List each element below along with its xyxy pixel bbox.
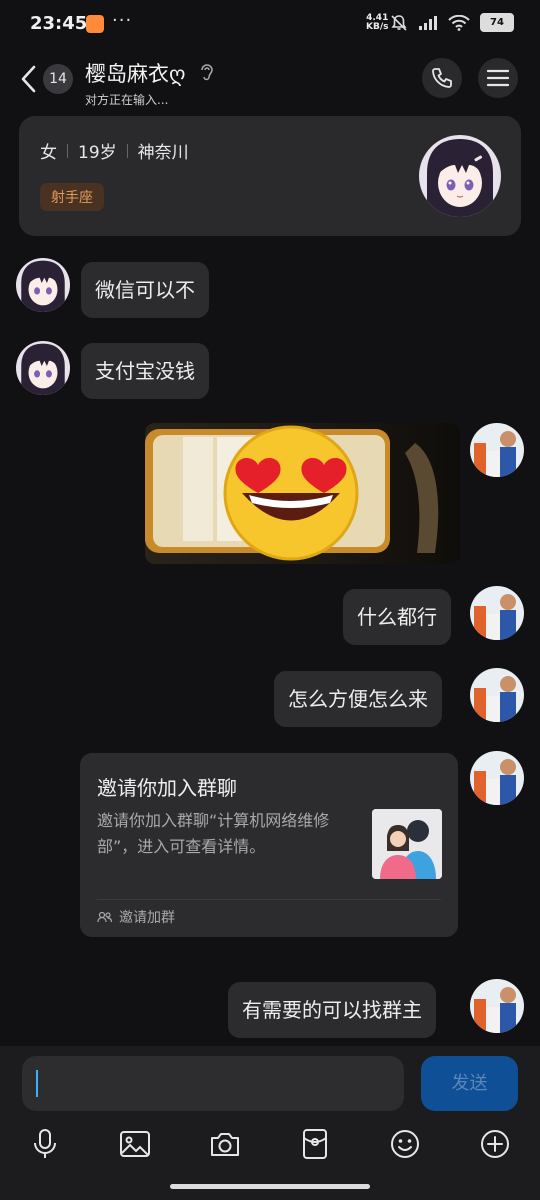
- camera-icon: [211, 1133, 239, 1156]
- group-avatar-icon: [372, 809, 442, 879]
- red-packet-button[interactable]: [295, 1124, 335, 1164]
- voice-button[interactable]: [25, 1124, 65, 1164]
- back-button[interactable]: [18, 64, 40, 98]
- contact-avatar-large[interactable]: [419, 135, 501, 217]
- photo-album-button[interactable]: [115, 1124, 155, 1164]
- invite-title: 邀请你加入群聊: [97, 776, 237, 800]
- mute-icon: [391, 14, 407, 31]
- chat-header: 14 樱岛麻衣ღ 对方正在输入...: [0, 50, 540, 112]
- message-input[interactable]: [22, 1056, 404, 1111]
- profile-age: 19岁: [78, 143, 117, 163]
- plus-icon: [481, 1130, 509, 1158]
- status-time: 23:45: [30, 13, 88, 34]
- group-users-icon: [97, 911, 113, 923]
- my-avatar[interactable]: [470, 751, 524, 805]
- home-indicator[interactable]: [170, 1184, 370, 1189]
- profile-gender: 女: [40, 143, 57, 163]
- invite-footer: 邀请加群: [97, 907, 175, 927]
- contact-profile-card[interactable]: 女 19岁 神奈川 射手座: [19, 116, 521, 236]
- message-bubble-outgoing[interactable]: 有需要的可以找群主: [228, 982, 436, 1038]
- phone-icon: [432, 68, 452, 88]
- app-notification-icon: [86, 15, 104, 33]
- status-bar: 23:45 ··· 4.41 KB/s 74: [0, 0, 540, 50]
- my-avatar[interactable]: [470, 668, 524, 722]
- wifi-icon: [448, 14, 470, 31]
- unread-count-badge[interactable]: 14: [43, 64, 73, 94]
- invite-footer-label: 邀请加群: [119, 910, 175, 926]
- my-avatar[interactable]: [470, 423, 524, 477]
- more-notifications-icon: ···: [112, 10, 133, 31]
- ear-icon: [199, 62, 215, 86]
- emoji-icon: [391, 1130, 419, 1158]
- my-avatar[interactable]: [470, 979, 524, 1033]
- mic-icon: [34, 1129, 56, 1158]
- emoji-button[interactable]: [385, 1124, 425, 1164]
- network-rate: 4.41 KB/s: [366, 14, 388, 32]
- red-packet-icon: [303, 1129, 327, 1159]
- contact-avatar[interactable]: [16, 258, 70, 312]
- image-message[interactable]: [145, 423, 460, 564]
- message-bubble-incoming[interactable]: 微信可以不: [81, 262, 209, 318]
- message-bubble-incoming[interactable]: 支付宝没钱: [81, 343, 209, 399]
- voice-call-button[interactable]: [422, 58, 462, 98]
- message-bubble-outgoing[interactable]: 什么都行: [343, 589, 451, 645]
- status-icons: 74: [390, 13, 514, 32]
- zodiac-tag: 射手座: [40, 183, 104, 211]
- input-bar: 发送: [0, 1046, 540, 1200]
- network-rate-unit: KB/s: [366, 22, 389, 32]
- signal-icon: [419, 15, 437, 30]
- more-functions-button[interactable]: [475, 1124, 515, 1164]
- divider: [67, 143, 68, 158]
- chat-toolbar: [0, 1124, 540, 1164]
- invite-description: 邀请你加入群聊“计算机网络维修部”，进入可查看详情。: [97, 811, 330, 856]
- my-avatar[interactable]: [470, 586, 524, 640]
- divider: [97, 899, 441, 900]
- chat-menu-button[interactable]: [478, 58, 518, 98]
- divider: [126, 143, 128, 158]
- camera-button[interactable]: [205, 1124, 245, 1164]
- message-bubble-outgoing[interactable]: 怎么方便怎么来: [274, 671, 442, 727]
- text-cursor: [36, 1070, 38, 1097]
- contact-avatar[interactable]: [16, 341, 70, 395]
- battery-indicator: 74: [480, 13, 514, 32]
- send-button[interactable]: 发送: [421, 1056, 518, 1111]
- menu-icon: [487, 69, 509, 87]
- profile-location: 神奈川: [137, 143, 189, 163]
- profile-info: 女 19岁 神奈川: [40, 138, 189, 163]
- chevron-left-icon: [21, 65, 36, 93]
- contact-name[interactable]: 樱岛麻衣ღ: [85, 58, 186, 88]
- typing-status: 对方正在输入...: [85, 93, 169, 107]
- image-icon: [120, 1131, 150, 1157]
- group-invite-card[interactable]: 邀请你加入群聊 邀请你加入群聊“计算机网络维修部”，进入可查看详情。 邀请加群: [80, 753, 458, 937]
